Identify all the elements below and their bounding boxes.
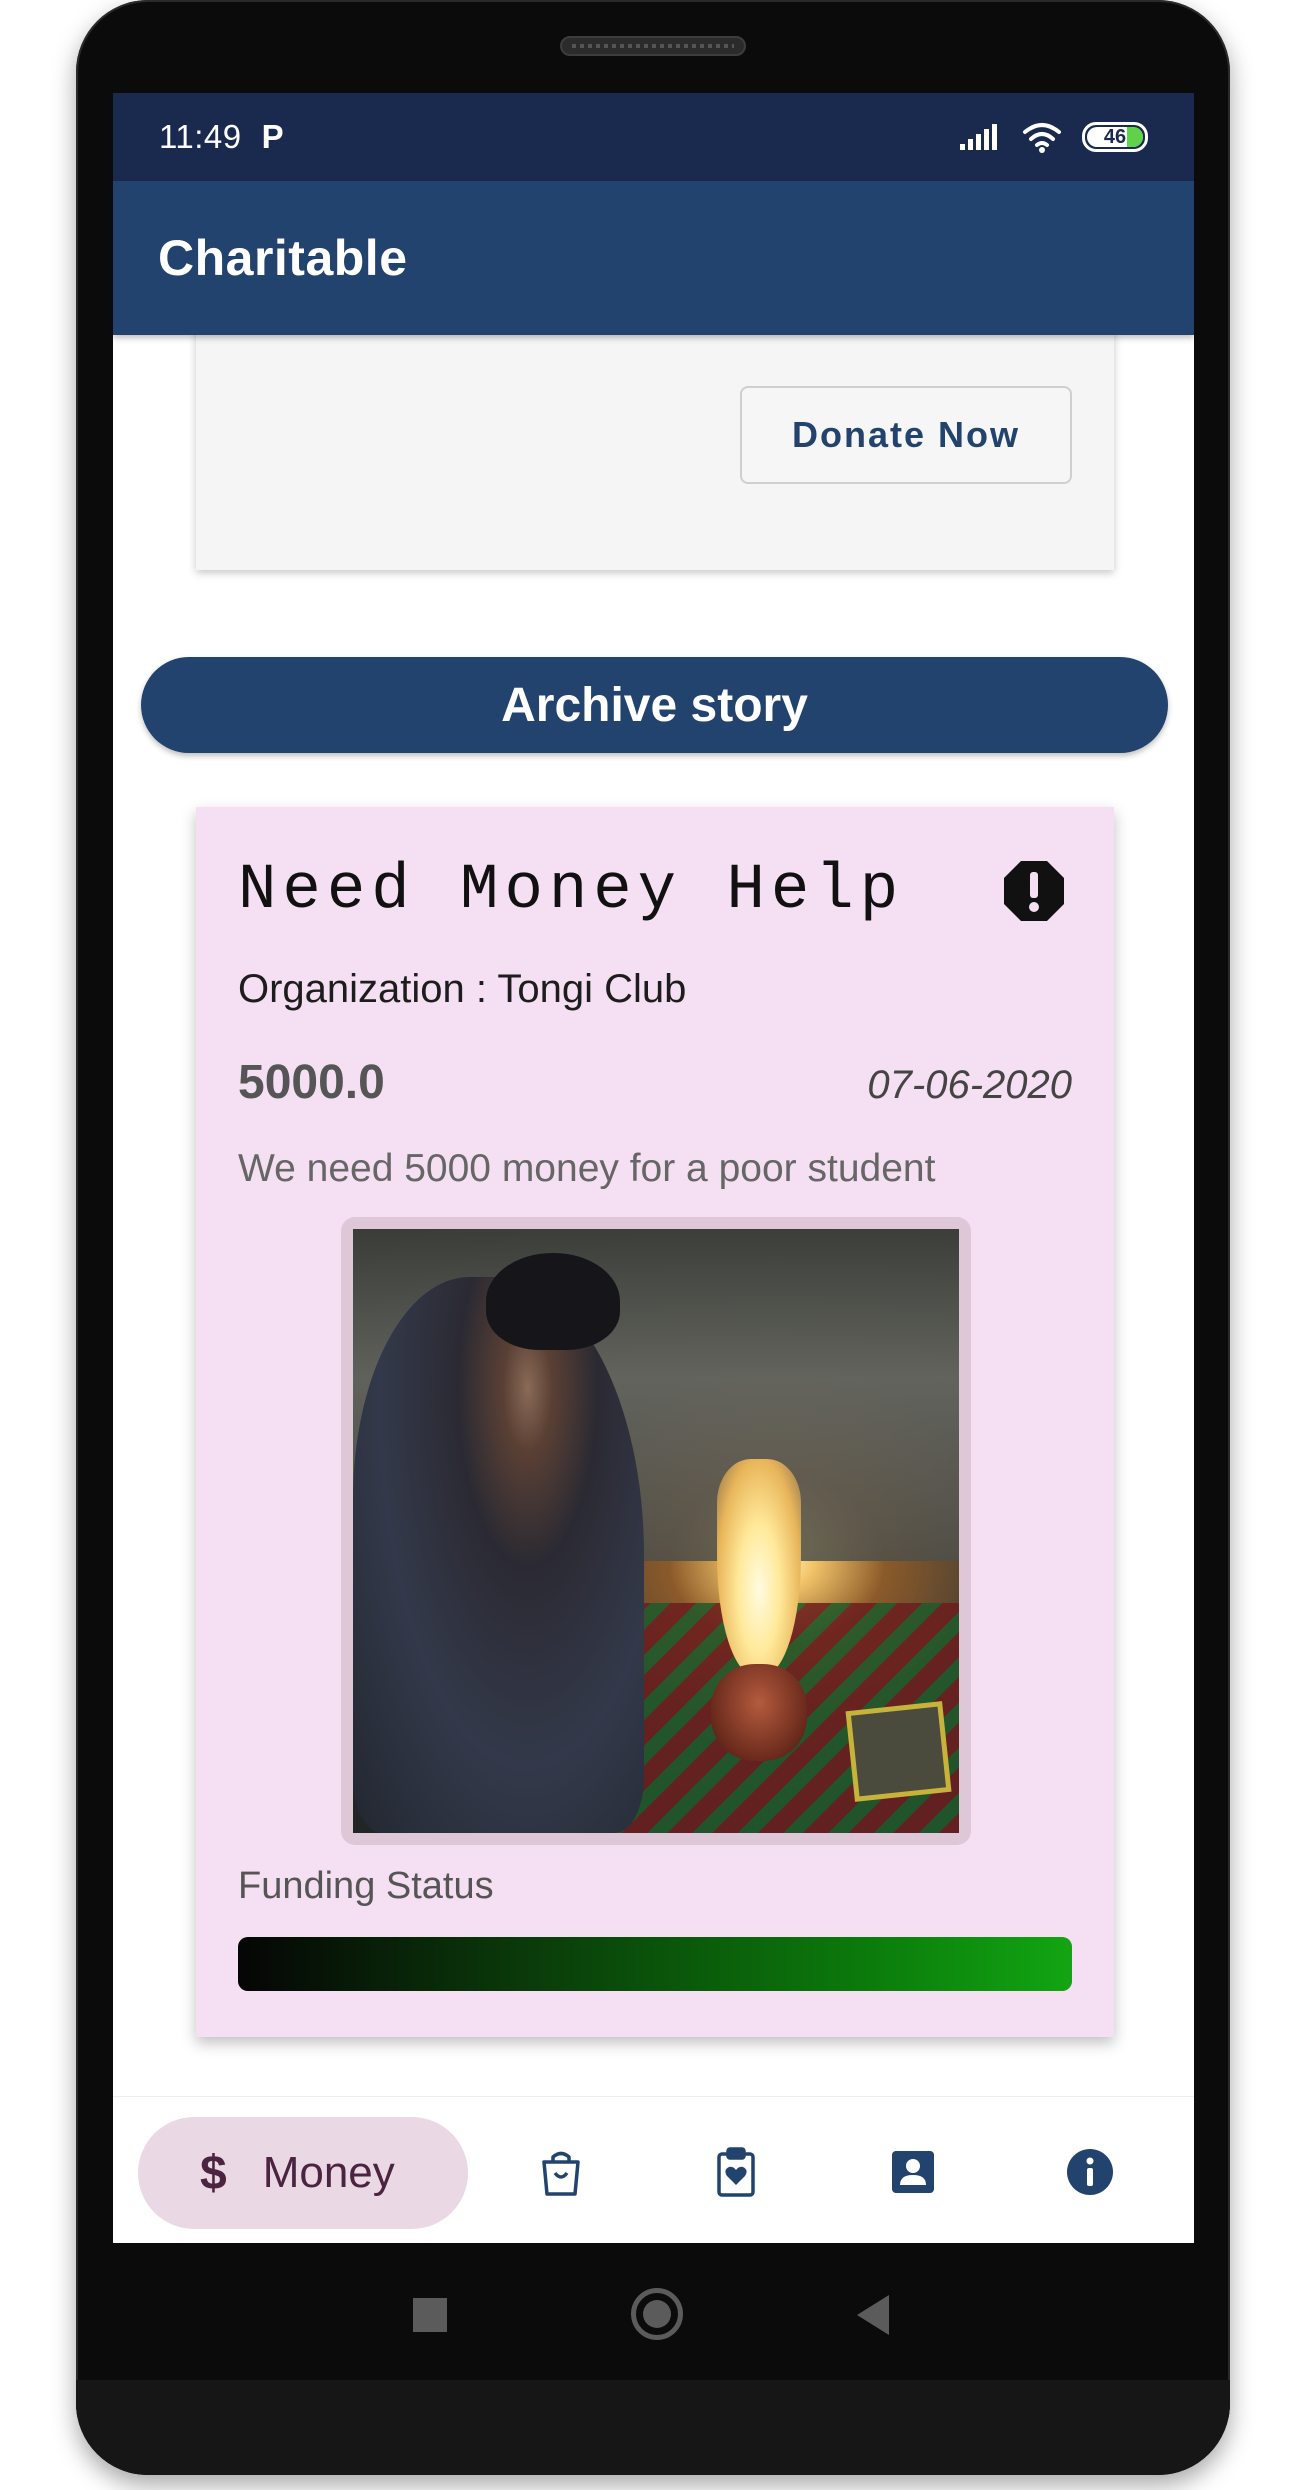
app-title: Charitable <box>158 230 408 286</box>
app-screen: 11:49 P 46 Charitable Donate Now Archive… <box>113 93 1194 2243</box>
app-bar: Charitable <box>113 181 1194 335</box>
nav-money-label: Money <box>262 2148 395 2197</box>
wifi-icon <box>1023 123 1061 153</box>
battery-level: 46 <box>1103 125 1127 148</box>
funding-progress-fill <box>238 1937 1072 1991</box>
exclamation-octagon-icon[interactable] <box>1002 859 1066 923</box>
back-button-icon[interactable] <box>857 2295 889 2335</box>
clipboard-heart-icon[interactable] <box>711 2147 761 2197</box>
system-navigation <box>76 2243 1230 2383</box>
donate-now-button[interactable]: Donate Now <box>740 386 1072 484</box>
funding-progress <box>238 1937 1072 1991</box>
story-image-frame <box>341 1217 971 1845</box>
archive-story-banner[interactable]: Archive story <box>141 657 1168 753</box>
story-image <box>353 1229 959 1833</box>
shopping-bag-icon[interactable] <box>536 2147 586 2197</box>
story-amount: 5000.0 <box>238 1056 385 1109</box>
notification-p-icon: P <box>261 118 284 155</box>
story-title: Need Money Help <box>238 855 905 927</box>
home-button-icon[interactable] <box>631 2288 683 2340</box>
story-date: 07-06-2020 <box>867 1063 1072 1107</box>
battery-icon: 46 <box>1082 122 1148 152</box>
account-box-icon[interactable] <box>888 2147 938 2197</box>
phone-chin <box>76 2380 1230 2475</box>
status-bar: 11:49 P 46 <box>113 93 1194 181</box>
bottom-navigation: $ Money <box>113 2096 1194 2243</box>
phone-speaker <box>560 36 746 56</box>
organization-label: Organization : Tongi Club <box>238 967 687 1011</box>
funding-status-label: Funding Status <box>238 1865 494 1907</box>
status-time: 11:49 <box>159 118 242 155</box>
info-icon[interactable] <box>1065 2147 1115 2197</box>
story-description: We need 5000 money for a poor student <box>238 1147 936 1190</box>
signal-icon <box>960 124 997 150</box>
money-icon: $ <box>200 2146 227 2200</box>
story-card[interactable]: Need Money Help Organization : Tongi Clu… <box>196 807 1114 2037</box>
recents-button-icon[interactable] <box>413 2298 447 2332</box>
status-icons: 46 <box>958 121 1148 153</box>
nav-money-tab[interactable]: $ Money <box>138 2117 468 2229</box>
